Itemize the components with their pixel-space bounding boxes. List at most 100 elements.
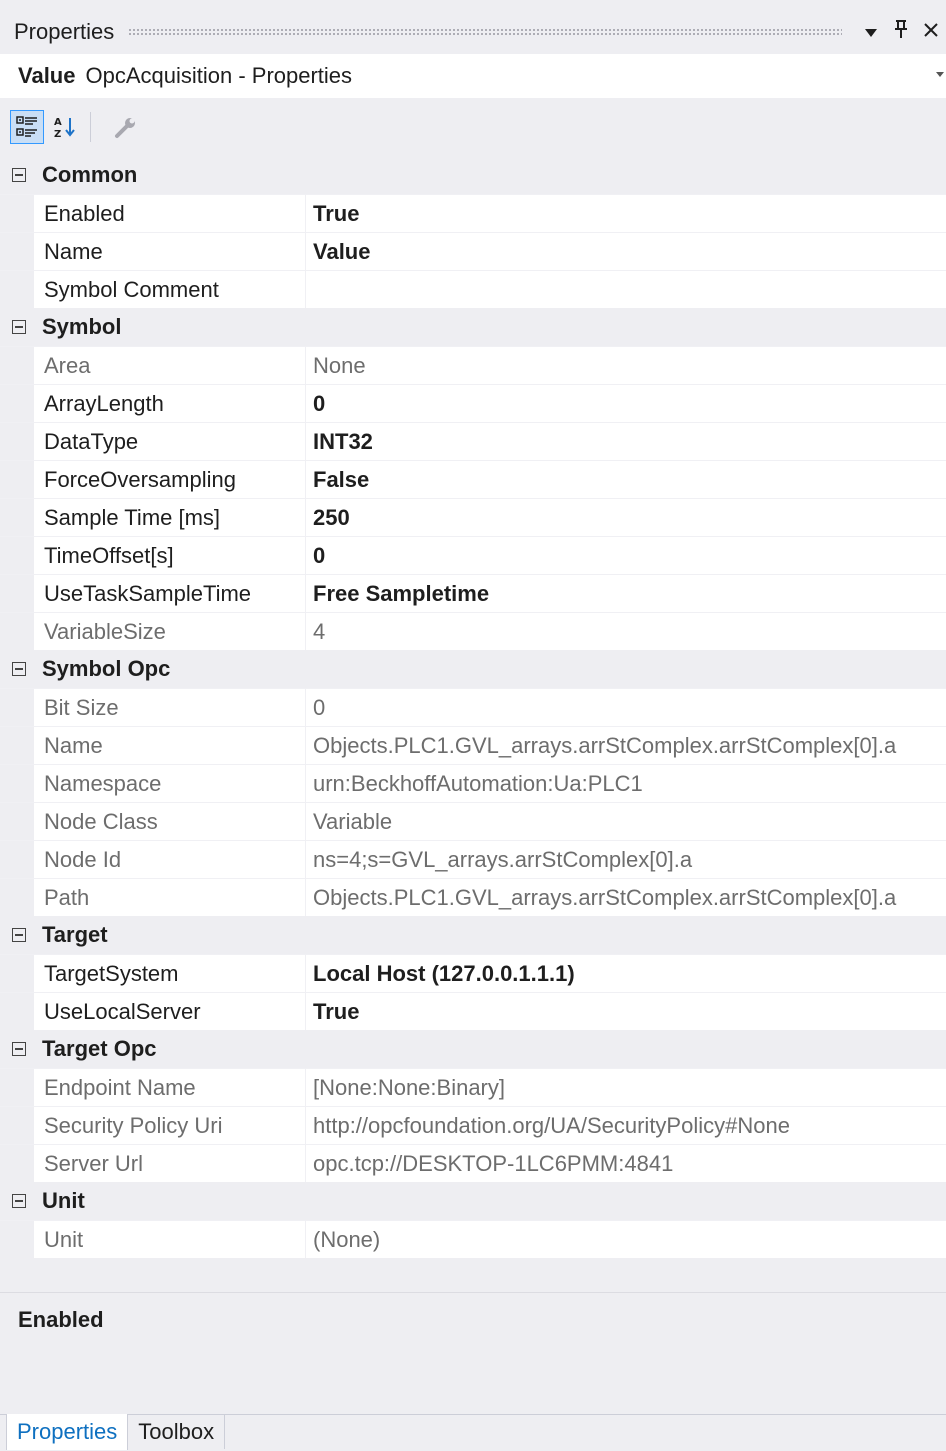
row-gutter	[0, 195, 34, 232]
column-splitter[interactable]	[305, 955, 306, 992]
property-label: ForceOversampling	[44, 466, 236, 492]
property-label: UseLocalServer	[44, 998, 201, 1024]
close-icon[interactable]	[916, 21, 946, 44]
property-value[interactable]: 250	[313, 505, 946, 531]
property-row[interactable]: UseLocalServer True	[0, 992, 946, 1030]
property-row[interactable]: Node Id ns=4;s=GVL_arrays.arrStComplex[0]…	[0, 840, 946, 878]
row-gutter	[0, 385, 34, 422]
column-splitter[interactable]	[305, 423, 306, 460]
column-splitter[interactable]	[305, 727, 306, 764]
property-row[interactable]: Unit (None)	[0, 1220, 946, 1258]
column-splitter[interactable]	[305, 499, 306, 536]
column-splitter[interactable]	[305, 195, 306, 232]
column-splitter[interactable]	[305, 879, 306, 916]
tab-properties[interactable]: Properties	[6, 1414, 129, 1450]
property-row[interactable]: TargetSystem Local Host (127.0.0.1.1.1)	[0, 954, 946, 992]
property-value[interactable]: True	[313, 999, 946, 1025]
property-value[interactable]: INT32	[313, 429, 946, 455]
category-target-opc[interactable]: Target Opc	[0, 1030, 946, 1068]
property-value[interactable]: Local Host (127.0.0.1.1.1)	[313, 961, 946, 987]
category-target[interactable]: Target	[0, 916, 946, 954]
property-value: opc.tcp://DESKTOP-1LC6PMM:4841	[313, 1150, 674, 1176]
window-position-dropdown-icon[interactable]	[856, 21, 886, 44]
tab-toolbox[interactable]: Toolbox	[128, 1415, 226, 1449]
collapse-icon[interactable]	[12, 662, 26, 676]
property-row[interactable]: Name Value	[0, 232, 946, 270]
category-label: Common	[42, 162, 138, 187]
property-value[interactable]: 0	[313, 391, 946, 417]
row-gutter	[0, 233, 34, 270]
property-label: Symbol Comment	[44, 276, 219, 302]
property-value[interactable]: True	[313, 201, 946, 227]
property-row[interactable]: VariableSize 4	[0, 612, 946, 650]
property-row[interactable]: Name Objects.PLC1.GVL_arrays.arrStComplex…	[0, 726, 946, 764]
column-splitter[interactable]	[305, 1221, 306, 1258]
column-splitter[interactable]	[305, 575, 306, 612]
categorized-icon[interactable]	[10, 110, 44, 144]
property-row[interactable]: ForceOversampling False	[0, 460, 946, 498]
column-splitter[interactable]	[305, 347, 306, 384]
column-splitter[interactable]	[305, 1145, 306, 1182]
property-row[interactable]: Area None	[0, 346, 946, 384]
column-splitter[interactable]	[305, 461, 306, 498]
property-value[interactable]: False	[313, 467, 946, 493]
chevron-down-icon[interactable]	[936, 68, 944, 82]
property-row[interactable]: Node Class Variable	[0, 802, 946, 840]
property-row[interactable]: Sample Time [ms] 250	[0, 498, 946, 536]
column-splitter[interactable]	[305, 613, 306, 650]
property-value: 4	[313, 618, 326, 644]
object-selector[interactable]: Value OpcAcquisition - Properties	[0, 54, 946, 98]
drag-grip[interactable]	[128, 28, 842, 36]
property-label: TargetSystem	[44, 960, 179, 986]
property-row[interactable]: TimeOffset[s] 0	[0, 536, 946, 574]
property-row[interactable]: Path Objects.PLC1.GVL_arrays.arrStComplex…	[0, 878, 946, 916]
column-splitter[interactable]	[305, 803, 306, 840]
property-label: ArrayLength	[44, 390, 164, 416]
column-splitter[interactable]	[305, 689, 306, 726]
property-row[interactable]: UseTaskSampleTime Free Sampletime	[0, 574, 946, 612]
property-label: TimeOffset[s]	[44, 542, 174, 568]
property-row[interactable]: Namespace urn:BeckhoffAutomation:Ua:PLC1	[0, 764, 946, 802]
property-row[interactable]: Bit Size 0	[0, 688, 946, 726]
property-row[interactable]: Endpoint Name [None:None:Binary]	[0, 1068, 946, 1106]
property-value[interactable]: 0	[313, 543, 946, 569]
category-symbol-opc[interactable]: Symbol Opc	[0, 650, 946, 688]
column-splitter[interactable]	[305, 233, 306, 270]
column-splitter[interactable]	[305, 765, 306, 802]
property-row[interactable]: DataType INT32	[0, 422, 946, 460]
category-symbol[interactable]: Symbol	[0, 308, 946, 346]
collapse-icon[interactable]	[12, 1194, 26, 1208]
category-unit[interactable]: Unit	[0, 1182, 946, 1220]
property-row[interactable]: Enabled True	[0, 194, 946, 232]
collapse-icon[interactable]	[12, 168, 26, 182]
column-splitter[interactable]	[305, 537, 306, 574]
column-splitter[interactable]	[305, 1107, 306, 1144]
property-value[interactable]: Free Sampletime	[313, 581, 946, 607]
svg-text:Z: Z	[54, 129, 61, 139]
column-splitter[interactable]	[305, 993, 306, 1030]
column-splitter[interactable]	[305, 841, 306, 878]
alphabetical-icon[interactable]: A Z	[48, 110, 82, 144]
row-gutter	[0, 461, 34, 498]
collapse-icon[interactable]	[12, 1042, 26, 1056]
property-value[interactable]: Value	[313, 239, 946, 265]
row-gutter	[0, 1145, 34, 1182]
property-row[interactable]: Server Url opc.tcp://DESKTOP-1LC6PMM:4841	[0, 1144, 946, 1182]
pin-icon[interactable]	[886, 19, 916, 45]
object-type: OpcAcquisition - Properties	[85, 63, 353, 88]
column-splitter[interactable]	[305, 271, 306, 308]
property-row[interactable]: ArrayLength 0	[0, 384, 946, 422]
row-gutter	[0, 689, 34, 726]
category-label: Target Opc	[42, 1036, 157, 1061]
collapse-icon[interactable]	[12, 320, 26, 334]
description-title: Enabled	[18, 1307, 104, 1332]
category-common[interactable]: Common	[0, 156, 946, 194]
property-row[interactable]: Security Policy Uri http://opcfoundation.…	[0, 1106, 946, 1144]
row-gutter	[0, 575, 34, 612]
collapse-icon[interactable]	[12, 928, 26, 942]
category-label: Symbol Opc	[42, 656, 171, 681]
property-label: Node Id	[44, 846, 122, 872]
property-row[interactable]: Symbol Comment	[0, 270, 946, 308]
column-splitter[interactable]	[305, 1069, 306, 1106]
column-splitter[interactable]	[305, 385, 306, 422]
